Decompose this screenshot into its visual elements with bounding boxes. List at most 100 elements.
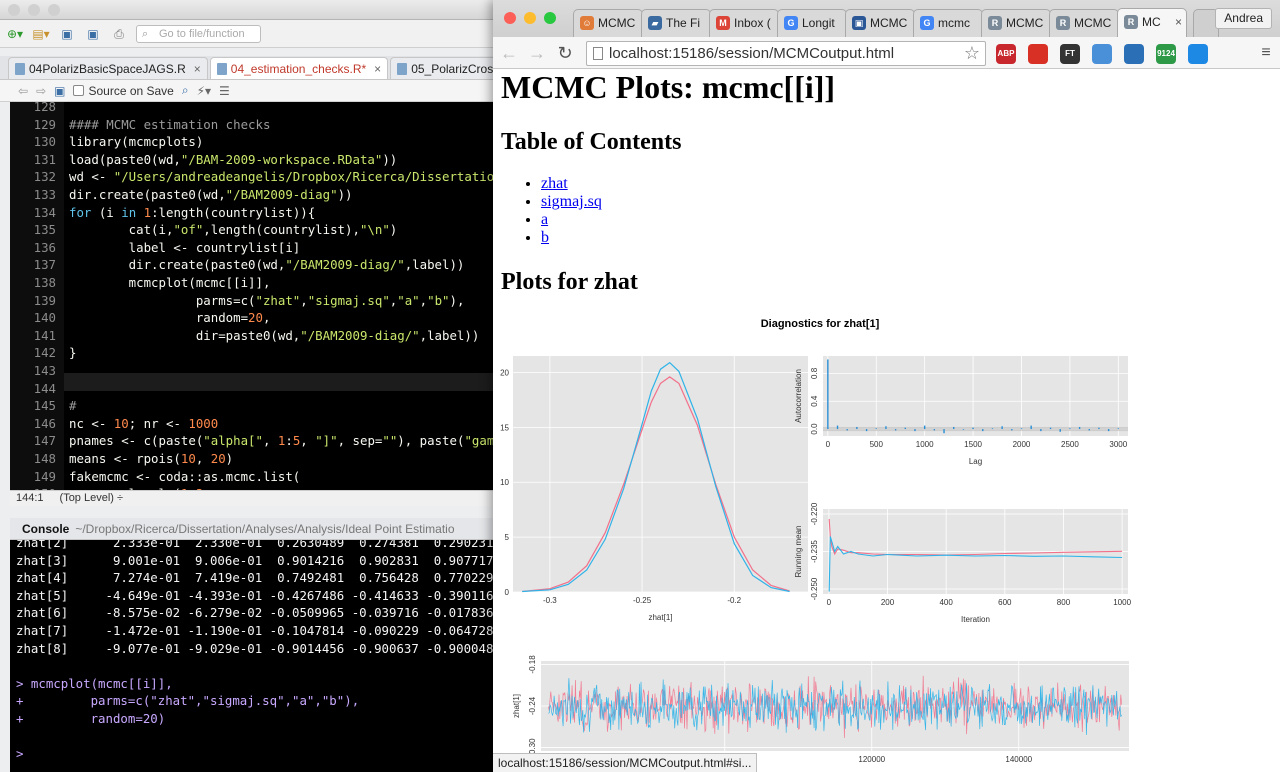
console-prompt: > — [16, 746, 31, 762]
toc-link-b[interactable]: b — [541, 229, 549, 246]
r-icon: R — [988, 16, 1002, 30]
bookmark-icon: ▰ — [648, 16, 662, 30]
line-number: 137 — [33, 257, 56, 273]
close-window-button[interactable] — [504, 12, 516, 24]
autocorrelation-panel-background — [823, 356, 1128, 436]
chrome-toolbar: ← → ↻ localhost:15186/session/MCMCoutput… — [493, 37, 1280, 78]
code-text: mcmcplot(mcmc[[i]], — [69, 275, 271, 290]
x-axis-label: Lag — [969, 457, 982, 466]
code-text: wd <- "/Users/andreadeangelis/Dropbox/Ri… — [69, 169, 500, 185]
x-tick-label: -0.25 — [633, 596, 652, 605]
r-file-icon — [15, 62, 25, 75]
wand-icon[interactable]: ⚡▾ — [197, 84, 211, 98]
save-all-icon[interactable]: ▣ — [84, 26, 102, 42]
scope-selector[interactable]: (Top Level) ÷ — [60, 491, 124, 506]
browser-tab-active[interactable]: R MC × — [1117, 8, 1187, 37]
line-number: 147 — [33, 433, 56, 449]
tab-title: Inbox ( — [734, 16, 771, 30]
close-window-button[interactable] — [8, 4, 20, 16]
line-number: 144 — [33, 380, 56, 396]
browser-tab[interactable]: Gmcmc — [913, 9, 983, 37]
save-icon[interactable]: ▣ — [58, 26, 76, 42]
toc-link-zhat[interactable]: zhat — [541, 175, 568, 192]
tab-04-estimation-checks[interactable]: 04_estimation_checks.R* × — [209, 57, 389, 80]
line-number: 149 — [33, 468, 56, 484]
extension-icon[interactable]: 9124 — [1156, 44, 1176, 64]
minimize-window-button[interactable] — [28, 4, 40, 16]
extension-icon[interactable] — [1124, 44, 1144, 64]
page-icon — [593, 47, 603, 60]
browser-tab[interactable]: ▣ MCMC — [845, 9, 915, 37]
confidence-band — [823, 426, 1128, 432]
tab-05-polariz-cros[interactable]: 05_PolarizCros — [390, 57, 501, 79]
code-text: dir.create(paste0(wd,"/BAM2009-diag")) — [69, 187, 353, 202]
forward-arrow-icon[interactable]: ⇨ — [36, 84, 46, 98]
browser-tab[interactable]: ☺ MCMC — [573, 9, 643, 37]
source-on-save-checkbox[interactable]: Source on Save — [73, 84, 174, 98]
address-bar[interactable]: localhost:15186/session/MCMCoutput.html … — [586, 41, 986, 66]
user-icon: ☺ — [580, 16, 594, 30]
tab-04polariz-basic[interactable]: 04PolarizBasicSpaceJAGS.R × — [8, 57, 208, 79]
google-icon: G — [784, 16, 798, 30]
reload-button[interactable]: ↻ — [554, 42, 576, 64]
close-tab-icon[interactable]: × — [194, 58, 201, 80]
find-icon[interactable]: ⌕ — [182, 83, 189, 98]
extension-icon[interactable]: FT 10+ — [1060, 44, 1080, 78]
bookmark-star-icon[interactable]: ☆ — [964, 42, 980, 65]
code-text: # — [69, 398, 77, 414]
new-file-icon[interactable]: ⊕▾ — [6, 26, 24, 42]
save-icon[interactable]: ▣ — [54, 84, 65, 98]
extension-icon[interactable] — [1188, 44, 1208, 64]
extension-icon[interactable] — [1028, 44, 1048, 64]
zoom-window-button[interactable] — [544, 12, 556, 24]
y-tick-label: 20 — [500, 368, 509, 377]
y-tick-label: -0.24 — [528, 696, 537, 715]
open-folder-icon[interactable]: ▤▾ — [32, 26, 50, 42]
console-title[interactable]: Console — [22, 522, 69, 536]
forward-button[interactable]: → — [526, 42, 548, 64]
line-number: 134 — [33, 204, 56, 220]
toc-item: b — [541, 229, 602, 247]
line-number: 133 — [33, 187, 56, 202]
tab-title: The Fi — [666, 16, 701, 30]
code-text: parms=c("zhat","sigmaj.sq","a","b"), — [69, 292, 465, 308]
browser-tab[interactable]: ▰ The Fi — [641, 9, 711, 37]
extension-icon[interactable]: ABP — [996, 44, 1016, 64]
console-output[interactable]: zhat[2] 2.333e-01 2.330e-01 0.2630489 0.… — [10, 540, 500, 772]
y-tick-label: 0.0 — [810, 423, 819, 435]
line-number: 142 — [33, 345, 56, 361]
extension-icon[interactable] — [1092, 44, 1112, 64]
minimize-window-button[interactable] — [524, 12, 536, 24]
browser-tab[interactable]: M Inbox ( — [709, 9, 779, 37]
browser-tab[interactable]: R MCMC — [1049, 9, 1119, 37]
close-tab-icon[interactable]: × — [374, 58, 381, 80]
toc-item: a — [541, 211, 602, 229]
console-line: zhat[5] -4.649e-01 -4.393e-01 -0.4267486… — [16, 587, 500, 603]
browser-tab[interactable]: G Longit — [777, 9, 847, 37]
console-line: zhat[8] -9.077e-01 -9.029e-01 -0.9014456… — [16, 640, 500, 656]
back-arrow-icon[interactable]: ⇦ — [18, 84, 28, 98]
y-tick-label: 0.8 — [810, 367, 819, 379]
zoom-window-button[interactable] — [48, 4, 60, 16]
line-number: 138 — [33, 275, 56, 290]
line-number: 136 — [33, 239, 56, 255]
line-number: 132 — [33, 169, 56, 185]
code-text: label <- countrylist[i] — [69, 239, 301, 255]
address-bar-url: localhost:15186/session/MCMCoutput.html — [609, 45, 895, 62]
code-editor[interactable]: 128 129 #### MCMC estimation checks 130 libr… — [10, 102, 500, 490]
toc-link-a[interactable]: a — [541, 211, 548, 228]
code-text: means <- rpois(10, 20) — [69, 451, 234, 466]
print-icon[interactable]: ⎙ — [110, 26, 128, 42]
profile-button[interactable]: Andrea — [1215, 8, 1272, 29]
toc-link-sigmaj-sq[interactable]: sigmaj.sq — [541, 193, 602, 210]
browser-tab[interactable]: R MCMC — [981, 9, 1051, 37]
console-line: zhat[7] -1.472e-01 -1.190e-01 -0.1047814… — [16, 623, 500, 638]
x-tick-label: 1000 — [916, 440, 934, 449]
line-number: 129 — [33, 116, 56, 132]
console-prompt: > mcmcplot(mcmc[[i]], — [16, 675, 173, 691]
chrome-menu-icon[interactable]: ≡ — [1255, 42, 1277, 64]
back-button[interactable]: ← — [498, 42, 520, 64]
close-tab-icon[interactable]: × — [1175, 9, 1182, 35]
goto-file-input[interactable]: ⌕ Go to file/function — [136, 24, 261, 43]
document-outline-icon[interactable]: ☰ — [219, 84, 230, 98]
